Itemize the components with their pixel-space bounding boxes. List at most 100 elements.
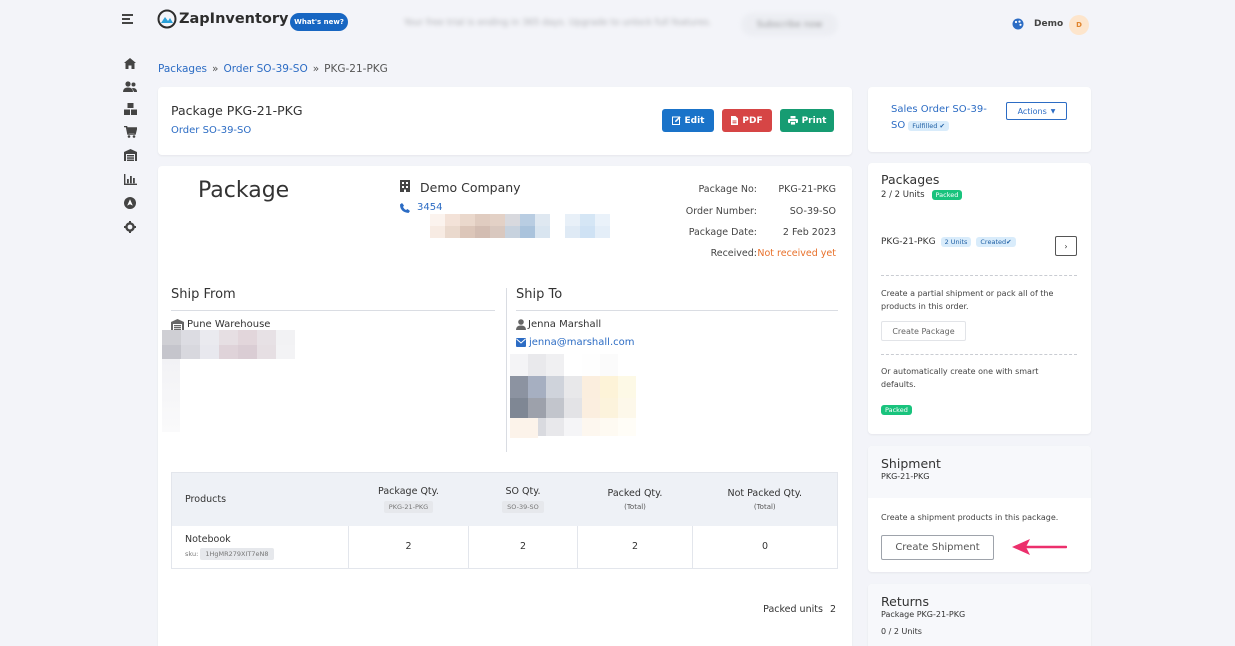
create-package-button[interactable]: Create Package xyxy=(881,321,966,341)
packages-units: 2 / 2 Units Packed xyxy=(881,190,963,200)
breadcrumb-packages[interactable]: Packages xyxy=(158,63,207,75)
packed-units-value: 2 xyxy=(829,604,836,615)
file-pdf-icon xyxy=(731,116,739,125)
ship-to-email[interactable]: jenna@marshall.com xyxy=(529,337,634,348)
pdf-label: PDF xyxy=(742,115,763,126)
packages-title: Packages xyxy=(881,172,940,187)
divider xyxy=(516,310,838,311)
package-item-name[interactable]: PKG-21-PKG xyxy=(881,237,936,247)
detail-value: 2 Feb 2023 xyxy=(782,227,836,238)
column-header: Package Qty. xyxy=(378,485,439,497)
menu-toggle-icon[interactable] xyxy=(122,13,136,25)
returns-units: 0 / 2 Units xyxy=(881,627,922,636)
column-header: Packed Qty. xyxy=(607,487,663,499)
so-qty-cell: 2 xyxy=(468,525,578,569)
sales-order-link[interactable]: Sales Order SO-39- xyxy=(891,104,987,115)
returns-title: Returns xyxy=(881,594,929,609)
column-sub: PKG-21-PKG xyxy=(383,500,434,513)
packed-units-summary: Packed units 2 xyxy=(700,604,836,615)
shipment-card: Shipment PKG-21-PKG Create a shipment pr… xyxy=(868,446,1091,572)
user-name[interactable]: Demo xyxy=(1034,19,1063,29)
chart-icon[interactable] xyxy=(123,172,137,186)
detail-value: PKG-21-PKG xyxy=(778,184,836,195)
breadcrumb: Packages » Order SO-39-SO » PKG-21-PKG xyxy=(158,63,388,75)
table-row: Notebook sku: 1HgMR279XIT7eN8 2 2 2 0 xyxy=(171,525,838,569)
auto-create-text: Or automatically create one with smart d… xyxy=(881,367,1039,389)
shipment-subtitle: PKG-21-PKG xyxy=(881,472,930,481)
users-icon[interactable] xyxy=(123,79,137,93)
page-title: Package PKG-21-PKG xyxy=(171,103,303,118)
breadcrumb-current: PKG-21-PKG xyxy=(324,63,388,75)
divider xyxy=(881,275,1077,276)
check-icon: ✔ xyxy=(939,121,945,130)
company-name: Demo Company xyxy=(420,180,521,195)
sales-order-card: Sales Order SO-39- SO Fulfilled ✔ Action… xyxy=(868,87,1091,152)
packages-units-text: 2 / 2 Units xyxy=(881,190,925,200)
col-package-qty: Package Qty. PKG-21-PKG xyxy=(348,472,469,526)
boxes-icon[interactable] xyxy=(123,102,137,116)
whats-new-button[interactable]: What's new? xyxy=(290,13,348,31)
table-header-row: Products Package Qty. PKG-21-PKG SO Qty. S… xyxy=(171,472,838,526)
package-expand-button[interactable]: › xyxy=(1055,236,1077,256)
home-icon[interactable] xyxy=(123,56,137,70)
divider xyxy=(881,354,1077,355)
avatar[interactable]: D xyxy=(1069,15,1089,35)
auto-packed-badge: Packed xyxy=(881,405,912,415)
package-list-item: PKG-21-PKG 2 Units Created✔ xyxy=(881,237,1016,247)
create-shipment-button[interactable]: Create Shipment xyxy=(881,535,994,560)
column-header: Not Packed Qty. xyxy=(727,487,803,499)
subscribe-button[interactable]: Subscribe now xyxy=(741,13,838,36)
product-sku: sku: 1HgMR279XIT7eN8 xyxy=(185,547,348,560)
redacted-ship-from-address xyxy=(162,330,295,359)
sku-value: 1HgMR279XIT7eN8 xyxy=(200,547,274,560)
breadcrumb-order[interactable]: Order SO-39-SO xyxy=(223,63,307,75)
products-table: Products Package Qty. PKG-21-PKG SO Qty. S… xyxy=(171,472,838,569)
not-packed-qty-cell: 0 xyxy=(761,541,769,553)
received-status: Not received yet xyxy=(757,248,836,259)
package-header-card: Package PKG-21-PKG Order SO-39-SO Edit P… xyxy=(158,87,852,155)
col-packed-qty: Packed Qty. (Total) xyxy=(577,472,693,526)
order-link[interactable]: Order SO-39-SO xyxy=(171,125,251,136)
pdf-button[interactable]: PDF xyxy=(722,109,772,132)
packed-units-label: Packed units xyxy=(763,604,823,615)
detail-value: SO-39-SO xyxy=(789,206,836,217)
sku-label: sku: xyxy=(185,549,199,558)
arrow-left-icon xyxy=(1012,539,1067,555)
packed-qty-cell: 2 xyxy=(577,525,693,569)
sales-order-link-2[interactable]: SO xyxy=(891,120,905,131)
print-label: Print xyxy=(801,115,827,126)
printer-icon xyxy=(787,116,798,125)
actions-dropdown[interactable]: Actions ▼ xyxy=(1006,102,1067,120)
redacted-company-address xyxy=(430,214,610,238)
breadcrumb-separator: » xyxy=(312,63,320,75)
detail-label: Package No: xyxy=(698,184,757,195)
compass-icon[interactable] xyxy=(123,196,137,210)
ship-to-title: Ship To xyxy=(516,287,563,302)
gear-icon[interactable] xyxy=(123,220,137,234)
sales-order-line2: SO Fulfilled ✔ xyxy=(891,120,949,131)
cart-icon[interactable] xyxy=(123,125,137,139)
company-phone[interactable]: 3454 xyxy=(417,202,442,213)
actions-label: Actions xyxy=(1017,106,1047,116)
created-badge: Created✔ xyxy=(976,237,1016,247)
col-so-qty: SO Qty. SO-39-SO xyxy=(468,472,578,526)
palette-icon[interactable] xyxy=(1012,18,1024,30)
warehouse-icon[interactable] xyxy=(123,148,137,162)
app-logo[interactable]: ZapInventory xyxy=(157,9,289,29)
shipment-title: Shipment xyxy=(881,456,941,471)
caret-down-icon: ▼ xyxy=(1050,107,1056,115)
package-heading: Package xyxy=(198,178,290,203)
ship-from-title: Ship From xyxy=(171,287,236,302)
column-divider xyxy=(506,288,507,452)
column-sub: SO-39-SO xyxy=(502,500,544,513)
returns-subtitle: Package PKG-21-PKG xyxy=(881,610,966,619)
check-icon: ✔ xyxy=(1006,238,1012,246)
print-button[interactable]: Print xyxy=(780,109,834,132)
ship-to-name: Jenna Marshall xyxy=(528,319,602,330)
col-not-packed-qty: Not Packed Qty. (Total) xyxy=(692,472,838,526)
created-label: Created xyxy=(980,238,1007,246)
product-name: Notebook xyxy=(185,533,231,545)
edit-button[interactable]: Edit xyxy=(662,109,714,132)
fulfilled-badge: Fulfilled ✔ xyxy=(908,120,949,131)
warehouse-icon xyxy=(171,319,184,330)
